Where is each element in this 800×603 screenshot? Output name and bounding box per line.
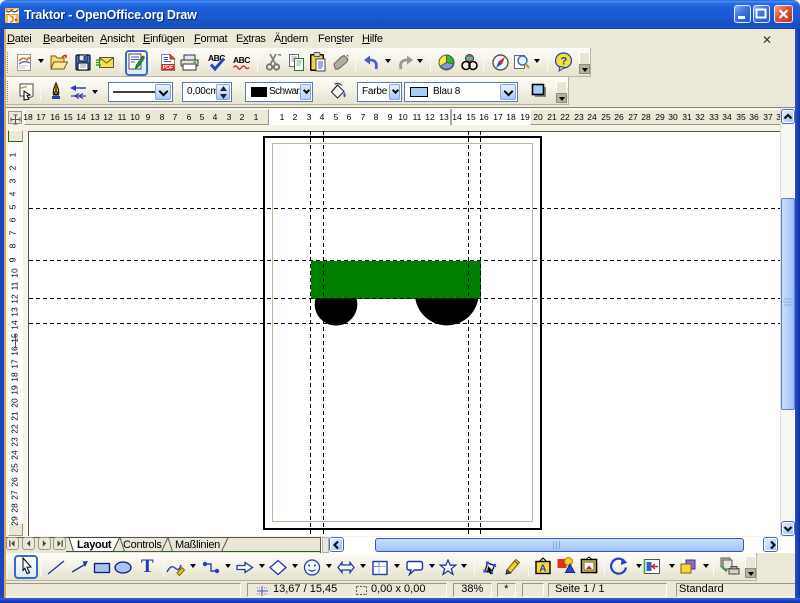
svg-text:T: T: [141, 556, 154, 576]
svg-text:PDF: PDF: [163, 65, 175, 71]
svg-text:A: A: [539, 564, 546, 575]
svg-text:?: ?: [561, 56, 568, 68]
svg-text:ABC: ABC: [233, 55, 250, 65]
